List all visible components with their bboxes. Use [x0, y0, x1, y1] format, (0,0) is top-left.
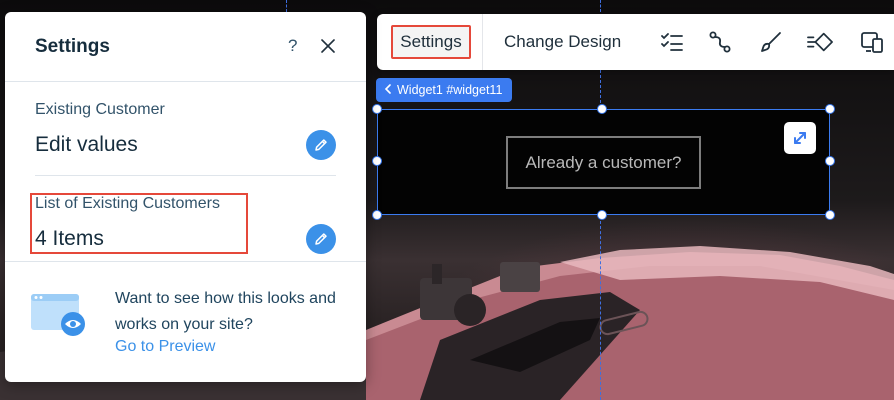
toolbar-divider: [482, 14, 483, 70]
pencil-icon[interactable]: [306, 224, 336, 254]
customer-list-count: 4 Items: [35, 227, 104, 250]
guide-line: [600, 70, 601, 108]
settings-panel: Settings ? Existing Customer Edit values…: [5, 12, 366, 382]
customer-list-label: List of Existing Customers: [35, 195, 220, 212]
widget-toolbar: Settings Change Design: [377, 14, 894, 70]
pencil-icon[interactable]: [306, 130, 336, 160]
resize-handle-top-right[interactable]: [825, 104, 835, 114]
resize-handle-right[interactable]: [825, 156, 835, 166]
change-design-button[interactable]: Change Design: [504, 32, 621, 52]
chevron-left-icon: [384, 83, 392, 97]
panel-title: Settings: [35, 36, 110, 57]
guide-line: [600, 0, 601, 12]
settings-button[interactable]: Settings: [391, 25, 471, 59]
resize-handle-top[interactable]: [597, 104, 607, 114]
promo-text: Want to see how this looks and works on …: [115, 290, 336, 333]
help-button[interactable]: ?: [288, 36, 297, 56]
panel-header: Settings ?: [5, 12, 366, 82]
brush-icon[interactable]: [758, 29, 784, 55]
chip-label: Widget1 #widget11: [397, 83, 503, 97]
selected-widget[interactable]: Already a customer?: [372, 104, 835, 220]
checklist-icon[interactable]: [659, 29, 685, 55]
resize-handle-left[interactable]: [372, 156, 382, 166]
existing-customer-label: Existing Customer: [35, 101, 165, 118]
animation-icon[interactable]: [807, 29, 833, 55]
resize-handle-bottom-right[interactable]: [825, 210, 835, 220]
guide-line: [286, 0, 287, 12]
preview-promo: Want to see how this looks and works on …: [5, 261, 366, 382]
resize-handle-bottom[interactable]: [597, 210, 607, 220]
guide-line: [600, 216, 601, 400]
existing-customer-value: Edit values: [35, 133, 138, 156]
already-customer-button[interactable]: Already a customer?: [506, 136, 701, 189]
browser-preview-icon: [31, 292, 89, 343]
close-icon[interactable]: [318, 36, 338, 56]
connect-icon[interactable]: [707, 29, 733, 55]
expand-diagonal-icon[interactable]: [784, 122, 816, 154]
resize-handle-top-left[interactable]: [372, 104, 382, 114]
widget-breadcrumb-chip[interactable]: Widget1 #widget11: [376, 78, 513, 102]
devices-icon[interactable]: [859, 29, 885, 55]
resize-handle-bottom-left[interactable]: [372, 210, 382, 220]
divider: [35, 175, 336, 176]
go-to-preview-link[interactable]: Go to Preview: [115, 338, 215, 356]
